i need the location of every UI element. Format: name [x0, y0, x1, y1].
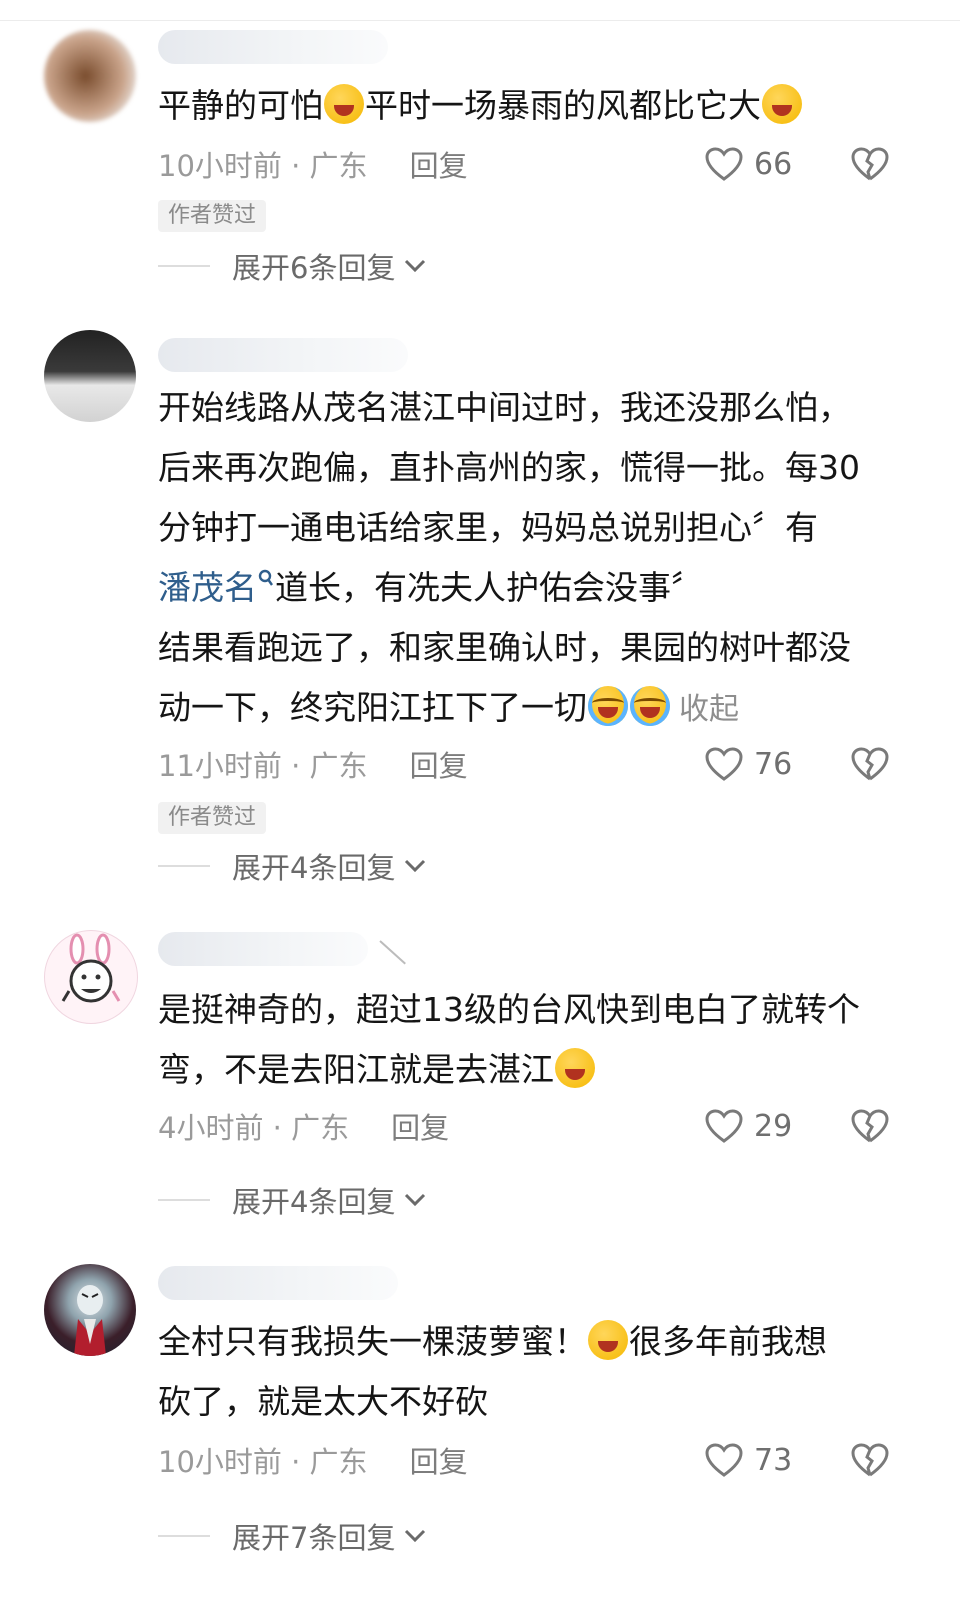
like-button[interactable]: 76: [704, 742, 792, 786]
expand-replies[interactable]: 展开7条回复: [158, 1516, 427, 1556]
crying-emoji: [588, 686, 628, 726]
crying-emoji: [630, 686, 670, 726]
heart-outline-icon: [705, 147, 743, 181]
author-liked-tag: 作者赞过: [158, 802, 267, 834]
username-blurred[interactable]: [158, 932, 368, 966]
expand-replies[interactable]: 展开4条回复: [158, 1180, 427, 1220]
rofl-emoji: [762, 84, 802, 124]
expand-divider: [158, 1535, 210, 1537]
tiger-avatar-icon: [74, 1285, 106, 1356]
like-count: 73: [754, 1442, 793, 1478]
chevron-down-icon: [405, 859, 426, 873]
rofl-emoji: [555, 1048, 595, 1088]
like-count: 29: [754, 1108, 793, 1144]
username-blurred[interactable]: [158, 30, 388, 64]
comment-text: 开始线路从茂名湛江中间过时，我还没那么怕， 后来再次跑偏，直扑高州的家，慌得一批…: [158, 388, 860, 727]
expand-divider: [158, 1199, 210, 1201]
username-blurred[interactable]: [158, 338, 408, 372]
decorative-stroke: [379, 940, 406, 965]
chevron-down-icon: [405, 259, 426, 273]
top-divider: [0, 20, 960, 21]
comment-text: 全村只有我损失一棵菠萝蜜！ 很多年前我想 砍了，就是太大不好砍: [158, 1320, 827, 1421]
broken-heart-icon[interactable]: [850, 744, 890, 784]
reply-button[interactable]: 回复: [410, 1445, 468, 1479]
broken-heart-icon[interactable]: [850, 1440, 890, 1480]
expand-replies[interactable]: 展开4条回复: [158, 846, 427, 886]
expand-divider: [158, 865, 210, 867]
like-button[interactable]: 29: [704, 1104, 792, 1148]
collapse-button[interactable]: 收起: [679, 692, 739, 727]
timestamp-location: 4小时前 · 广东: [158, 1111, 350, 1145]
timestamp-location: 11小时前 · 广东: [158, 749, 368, 783]
rofl-emoji: [324, 84, 364, 124]
expand-label: 展开4条回复: [232, 851, 396, 885]
comment-meta: 11小时前 · 广东 回复: [158, 746, 468, 786]
like-button[interactable]: 73: [704, 1438, 792, 1482]
reply-button[interactable]: 回复: [410, 749, 468, 783]
broken-heart-icon[interactable]: [850, 144, 890, 184]
reply-button[interactable]: 回复: [391, 1111, 449, 1145]
broken-heart-icon[interactable]: [850, 1106, 890, 1146]
rofl-emoji: [588, 1320, 628, 1360]
expand-divider: [158, 265, 210, 267]
heart-outline-icon: [705, 747, 743, 781]
avatar[interactable]: [44, 930, 138, 1024]
heart-outline-icon: [705, 1443, 743, 1477]
expand-label: 展开7条回复: [232, 1521, 396, 1555]
comment-meta: 4小时前 · 广东 回复: [158, 1108, 449, 1148]
like-count: 76: [754, 746, 793, 782]
expand-replies[interactable]: 展开6条回复: [158, 246, 427, 286]
expand-label: 展开4条回复: [232, 1185, 396, 1219]
comment-meta: 10小时前 · 广东 回复: [158, 146, 468, 186]
chevron-down-icon: [405, 1529, 426, 1543]
timestamp-location: 10小时前 · 广东: [158, 1445, 368, 1479]
like-button[interactable]: 66: [704, 142, 792, 186]
username-blurred[interactable]: [158, 1266, 398, 1300]
avatar[interactable]: [44, 30, 136, 122]
cartoon-avatar-icon: [61, 933, 121, 1003]
chevron-down-icon: [405, 1193, 426, 1207]
heart-outline-icon: [705, 1109, 743, 1143]
comment-text: 平静的可怕 平时一场暴雨的风都比它大: [158, 76, 898, 136]
avatar[interactable]: [44, 330, 136, 422]
comment-text: 是挺神奇的，超过13级的台风快到电白了就转个 弯，不是去阳江就是去湛江: [158, 990, 860, 1089]
like-count: 66: [754, 146, 793, 182]
author-liked-tag: 作者赞过: [158, 200, 267, 232]
comment-meta: 10小时前 · 广东 回复: [158, 1442, 468, 1482]
timestamp-location: 10小时前 · 广东: [158, 149, 368, 183]
expand-label: 展开6条回复: [232, 251, 396, 285]
avatar[interactable]: [44, 1264, 136, 1356]
search-icon: [258, 569, 273, 586]
topic-link[interactable]: 潘茂名: [158, 568, 257, 607]
reply-button[interactable]: 回复: [410, 149, 468, 183]
